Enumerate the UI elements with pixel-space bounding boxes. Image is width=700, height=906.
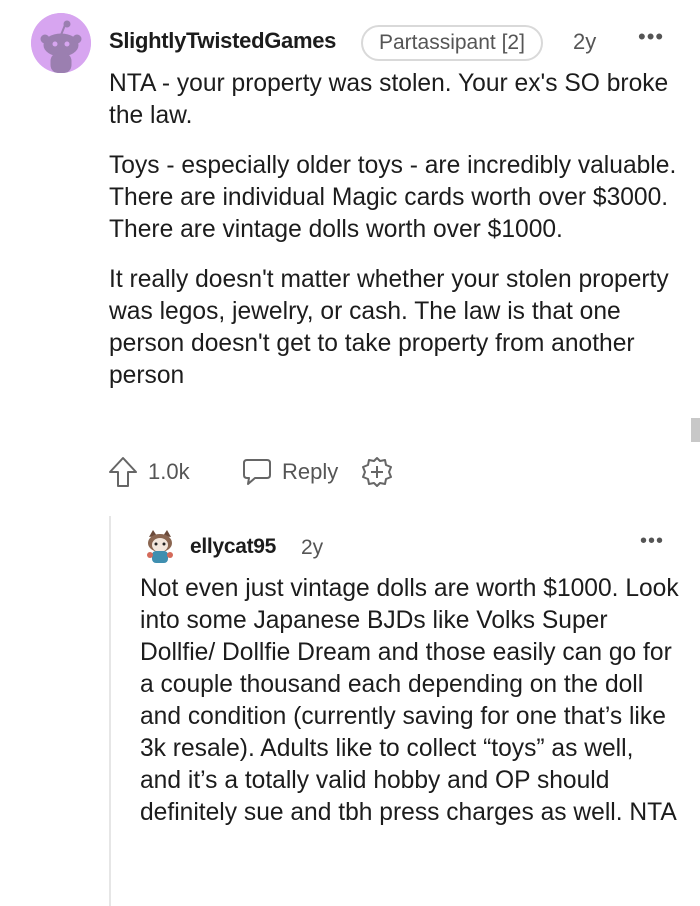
upvote-button[interactable]: [108, 455, 138, 489]
upvote-arrow-icon: [109, 457, 137, 487]
vote-count: 1.0k: [148, 459, 190, 484]
reply-body: Not even just vintage dolls are worth $1…: [140, 573, 680, 829]
reply-username[interactable]: ellycat95: [190, 535, 276, 559]
user-flair-badge: Partassipant [2]: [361, 25, 543, 61]
reply-avatar[interactable]: [141, 527, 179, 565]
thread-line[interactable]: [109, 516, 111, 906]
comment-age: 2y: [573, 29, 597, 54]
award-button[interactable]: [361, 455, 393, 489]
cat-avatar-icon: [141, 527, 179, 565]
plus-circle-icon: [362, 457, 392, 487]
reply-text: Not even just vintage dolls are worth $1…: [140, 575, 679, 826]
avatar[interactable]: [31, 13, 91, 73]
more-options-icon[interactable]: •••: [638, 24, 664, 50]
scrollbar-thumb[interactable]: [691, 418, 700, 442]
comment-paragraph: NTA - your property was stolen. Your ex'…: [109, 70, 669, 129]
reply-label: Reply: [282, 459, 339, 484]
comment-body: NTA - your property was stolen. Your ex'…: [109, 68, 679, 410]
comment-username[interactable]: SlightlyTwistedGames: [109, 28, 336, 54]
reply-more-options-icon[interactable]: •••: [640, 530, 664, 553]
reply-button[interactable]: Reply: [241, 455, 338, 489]
comment-paragraph: Toys - especially older toys - are incre…: [109, 152, 677, 243]
reply-age: 2y: [301, 536, 324, 559]
comment-paragraph: It really doesn't matter whether your st…: [109, 266, 669, 389]
snoo-avatar-icon: [31, 13, 91, 73]
speech-bubble-icon: [243, 459, 271, 485]
